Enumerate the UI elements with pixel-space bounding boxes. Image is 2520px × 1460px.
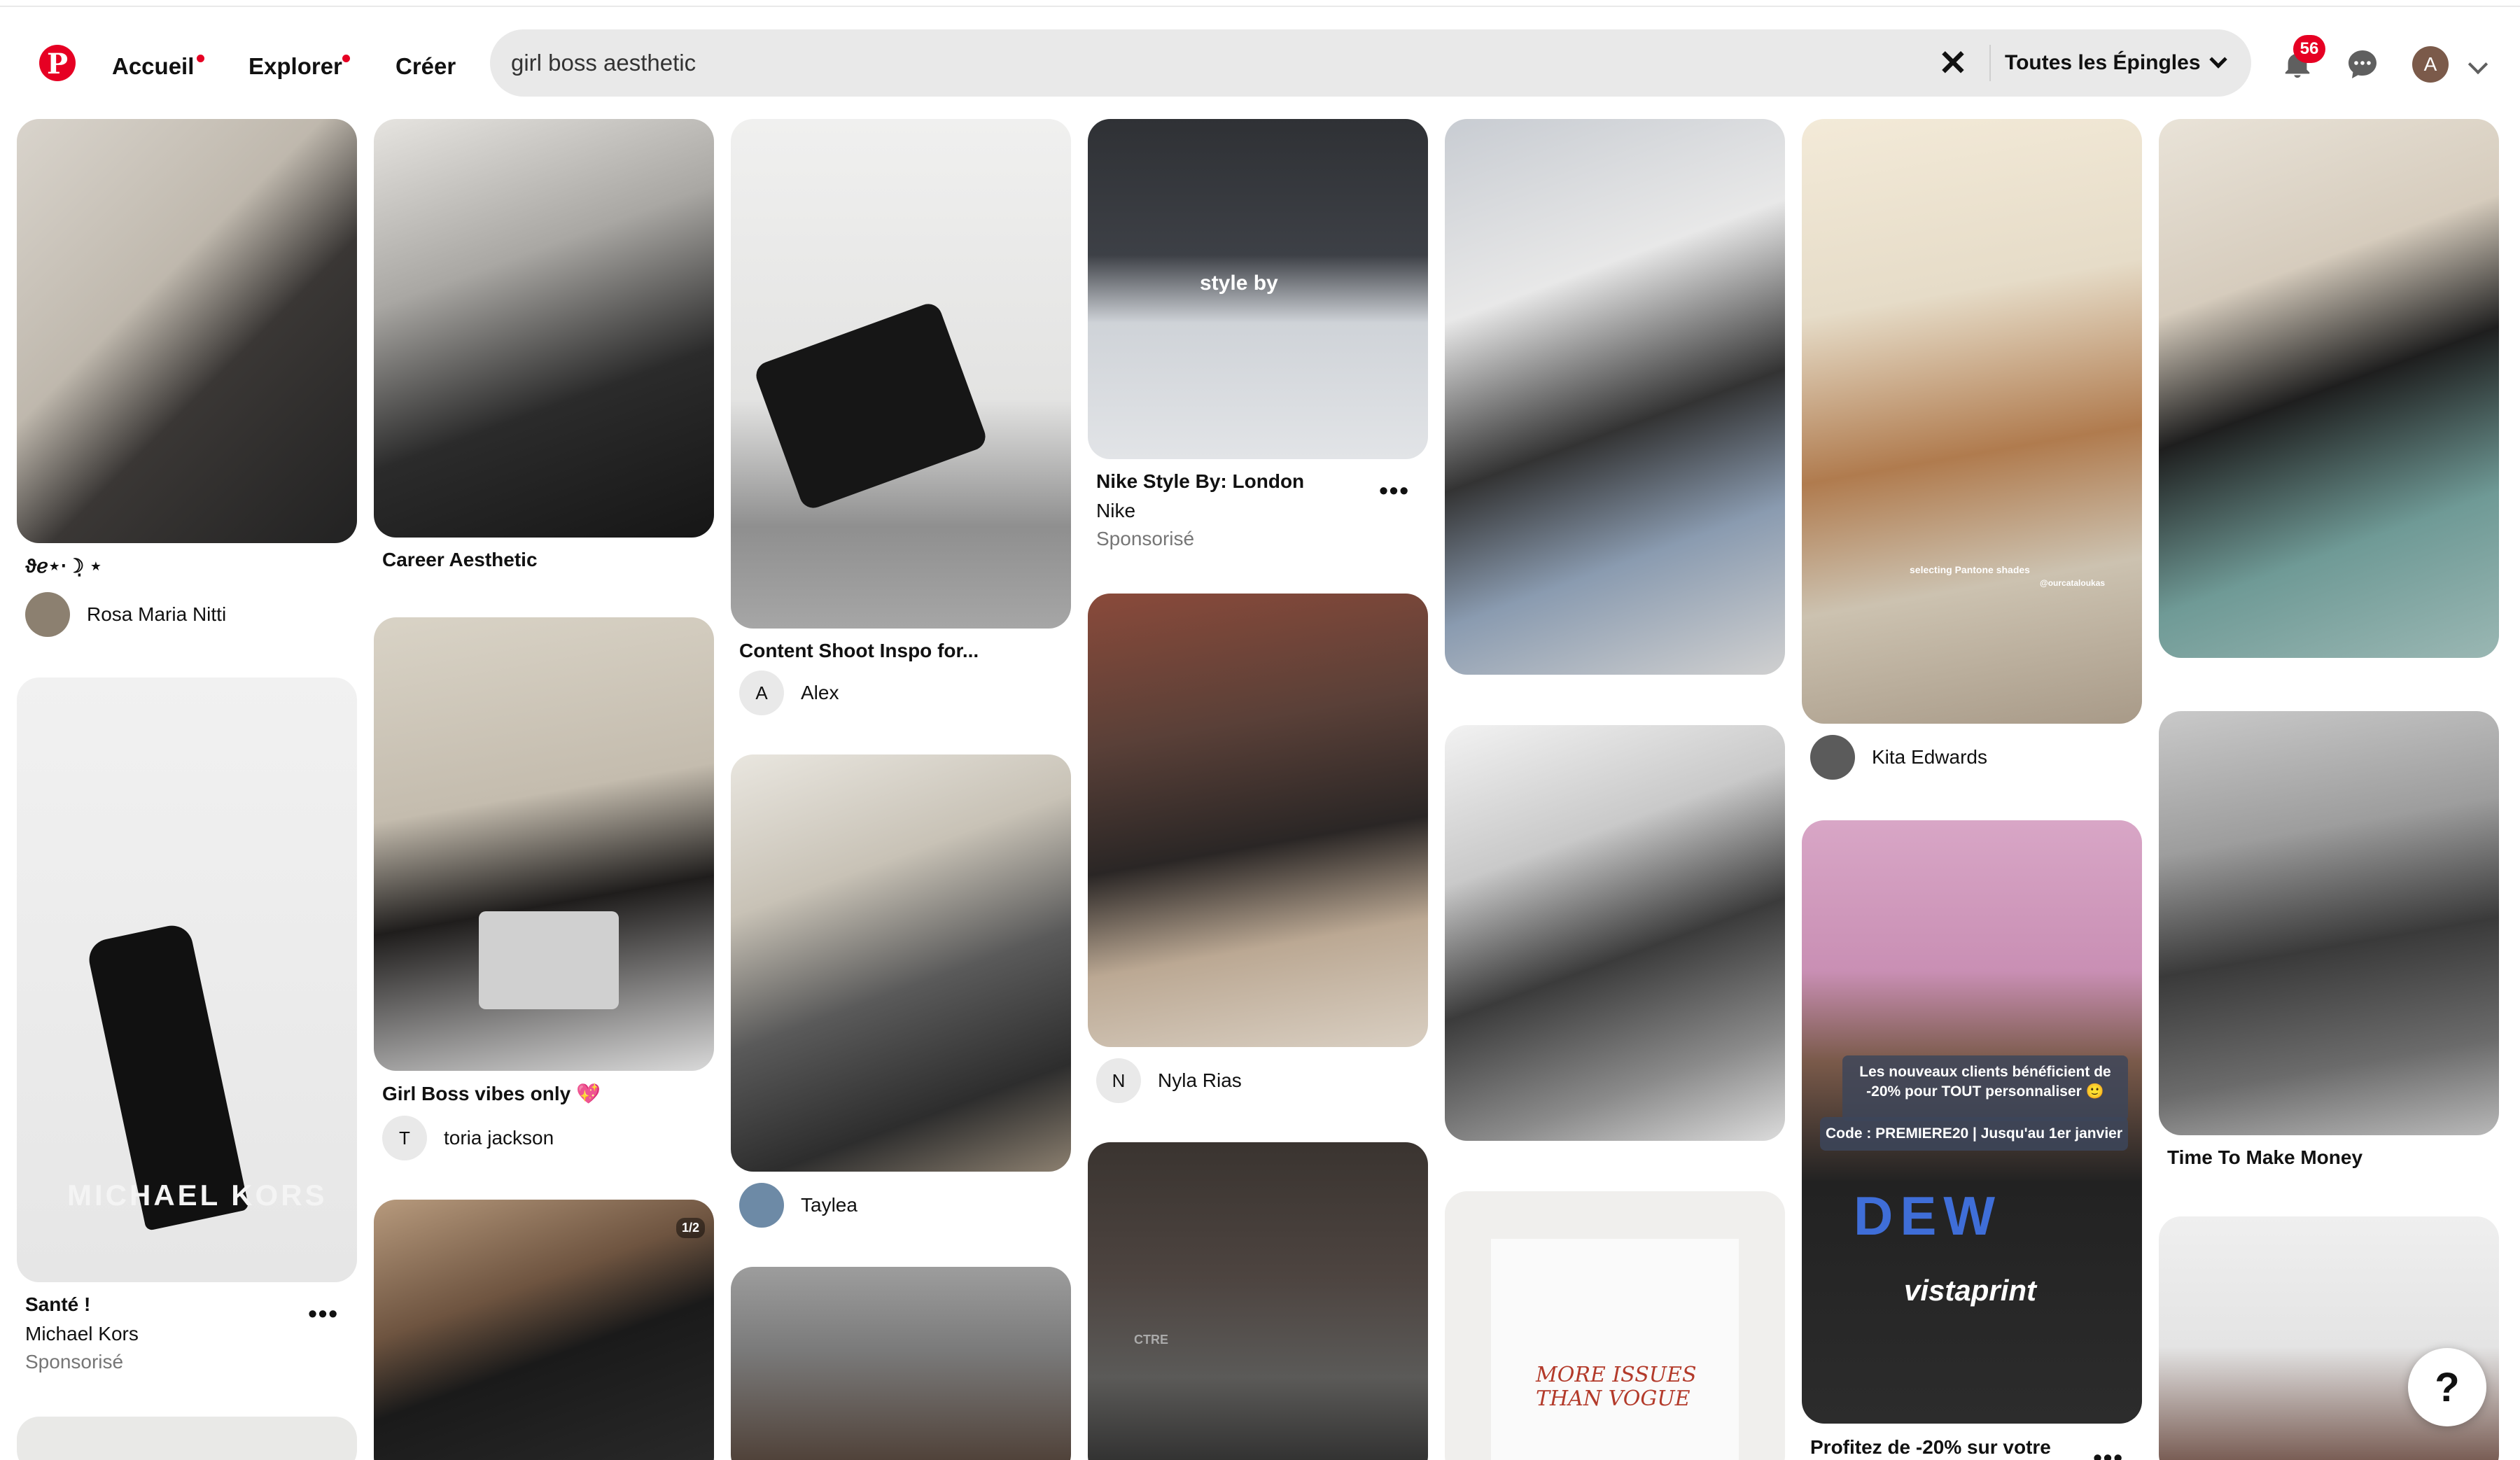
pinterest-logo-icon[interactable]: P bbox=[39, 45, 76, 81]
help-button[interactable]: ? bbox=[2408, 1348, 2486, 1426]
pin-author-name: Nyla Rias bbox=[1158, 1069, 1242, 1091]
notification-count-badge: 56 bbox=[2293, 35, 2325, 63]
pin-filter-dropdown[interactable]: Toutes les Épingles bbox=[2005, 29, 2227, 97]
avatar: T bbox=[382, 1116, 427, 1160]
pin-title[interactable]: Time To Make Money bbox=[2167, 1146, 2362, 1169]
avatar bbox=[1810, 735, 1855, 780]
pin-author-name: Rosa Maria Nitti bbox=[87, 603, 227, 625]
pin-image[interactable]: selecting Pantone shades @ourcataloukas bbox=[1802, 119, 2142, 724]
top-navigation-bar: P Accueil Explorer Créer ✕ Toutes les Ép… bbox=[0, 8, 2520, 116]
pin-author[interactable]: T toria jackson bbox=[382, 1116, 554, 1160]
poster-frame bbox=[1491, 1239, 1739, 1460]
pin-image[interactable]: MICHAEL KORS bbox=[17, 678, 357, 1282]
pin-image[interactable] bbox=[17, 1417, 357, 1460]
search-divider bbox=[1989, 45, 1991, 81]
pin-image[interactable] bbox=[1445, 119, 1785, 675]
more-options-icon[interactable]: ••• bbox=[308, 1299, 339, 1328]
account-avatar[interactable]: A bbox=[2412, 46, 2449, 83]
nav-home-label: Accueil bbox=[112, 53, 195, 79]
pin-title[interactable]: Nike Style By: London bbox=[1096, 470, 1304, 493]
pin-author[interactable]: Taylea bbox=[739, 1183, 858, 1228]
chevron-down-icon bbox=[2208, 50, 2227, 69]
help-icon: ? bbox=[2435, 1364, 2460, 1410]
poster-text: MORE ISSUES THAN VOGUE bbox=[1536, 1363, 1697, 1411]
pin-overlay-text: selecting Pantone shades bbox=[1910, 564, 2030, 575]
avatar-initial: N bbox=[1112, 1069, 1126, 1091]
pin-image[interactable] bbox=[2159, 711, 2499, 1135]
more-options-icon[interactable]: ••• bbox=[2093, 1443, 2124, 1460]
pin-image[interactable] bbox=[731, 754, 1071, 1172]
nav-home-notification-dot bbox=[197, 55, 204, 62]
account-initial: A bbox=[2423, 53, 2437, 75]
pin-author-name: Taylea bbox=[801, 1194, 858, 1216]
pin-overlay-text: style by bbox=[1200, 272, 1278, 295]
pin-filter-label: Toutes les Épingles bbox=[2005, 51, 2201, 74]
pin-image[interactable] bbox=[17, 119, 357, 543]
search-bar: ✕ Toutes les Épingles bbox=[490, 29, 2251, 97]
pin-author[interactable]: A Alex bbox=[739, 671, 839, 715]
pin-title[interactable]: Profitez de -20% sur votre bbox=[1810, 1436, 2051, 1459]
pin-image[interactable]: 1/2 bbox=[374, 1200, 714, 1460]
nav-explore-label: Explorer bbox=[248, 53, 342, 79]
pin-image[interactable]: CTRE bbox=[1088, 1142, 1428, 1460]
pin-advertiser[interactable]: Michael Kors bbox=[25, 1323, 139, 1345]
pin-overlay-handle: @ourcataloukas bbox=[2040, 578, 2106, 588]
laptop-illustration bbox=[479, 911, 619, 1009]
chevron-down-icon[interactable] bbox=[2468, 54, 2488, 75]
pin-author-name: Alex bbox=[801, 682, 839, 703]
close-icon[interactable]: ✕ bbox=[1933, 43, 1973, 83]
pin-overlay-text: CTRE bbox=[1134, 1333, 1168, 1347]
pin-image[interactable] bbox=[731, 1267, 1071, 1460]
avatar-initial: A bbox=[755, 682, 768, 703]
promo-code-text: Code : PREMIERE20 | Jusqu'au 1er janvier bbox=[1826, 1125, 2122, 1142]
pin-image[interactable]: MORE ISSUES THAN VOGUE bbox=[1445, 1191, 1785, 1460]
notification-count: 56 bbox=[2300, 39, 2319, 58]
pin-image[interactable] bbox=[1445, 725, 1785, 1141]
pin-title[interactable]: Girl Boss vibes only 💖 bbox=[382, 1082, 601, 1105]
pin-title[interactable]: Content Shoot Inspo for... bbox=[739, 640, 979, 662]
pin-advertiser[interactable]: Nike bbox=[1096, 500, 1135, 522]
sponsored-label: Sponsorisé bbox=[25, 1351, 124, 1373]
pin-image[interactable] bbox=[1088, 594, 1428, 1047]
pin-image[interactable] bbox=[731, 119, 1071, 629]
pin-author[interactable]: Kita Edwards bbox=[1810, 735, 1987, 780]
pin-title[interactable]: Career Aesthetic bbox=[382, 549, 538, 571]
pin-title[interactable]: Santé ! bbox=[25, 1293, 90, 1316]
pin-title[interactable]: ϑℯ⋆⋅☽̣ ⋆ bbox=[25, 554, 102, 577]
avatar bbox=[25, 592, 70, 637]
avatar-initial: T bbox=[399, 1127, 410, 1149]
nav-home[interactable]: Accueil bbox=[112, 53, 194, 80]
pin-author-name: toria jackson bbox=[444, 1127, 554, 1149]
legs-illustration bbox=[752, 300, 990, 512]
avatar: N bbox=[1096, 1058, 1141, 1103]
pin-image[interactable]: style by bbox=[1088, 119, 1428, 459]
pin-page-indicator: 1/2 bbox=[676, 1218, 706, 1238]
nav-create-label: Créer bbox=[396, 53, 456, 79]
pin-author[interactable]: N Nyla Rias bbox=[1096, 1058, 1242, 1103]
sponsored-label: Sponsorisé bbox=[1096, 528, 1195, 549]
pin-overlay-text: MICHAEL KORS bbox=[67, 1179, 328, 1212]
pin-image[interactable] bbox=[374, 119, 714, 538]
nav-create[interactable]: Créer bbox=[396, 53, 456, 80]
chat-bubble-icon[interactable] bbox=[2343, 45, 2382, 84]
nav-explore-notification-dot bbox=[342, 55, 350, 62]
pin-image[interactable] bbox=[2159, 119, 2499, 658]
pin-image[interactable] bbox=[374, 617, 714, 1071]
pin-author-name: Kita Edwards bbox=[1872, 746, 1987, 768]
brand-vistaprint-text: vistaprint bbox=[1904, 1274, 2037, 1307]
brand-dew-text: DEW bbox=[1854, 1185, 2002, 1247]
pin-author[interactable]: Rosa Maria Nitti bbox=[25, 592, 226, 637]
avatar bbox=[739, 1183, 784, 1228]
avatar: A bbox=[739, 671, 784, 715]
nav-explore[interactable]: Explorer bbox=[248, 53, 342, 80]
pin-image[interactable]: Les nouveaux clients bénéficient de -20%… bbox=[1802, 820, 2142, 1424]
top-border bbox=[0, 0, 2520, 7]
promo-text: Les nouveaux clients bénéficient de -20%… bbox=[1859, 1064, 2111, 1100]
more-options-icon[interactable]: ••• bbox=[1379, 476, 1410, 505]
